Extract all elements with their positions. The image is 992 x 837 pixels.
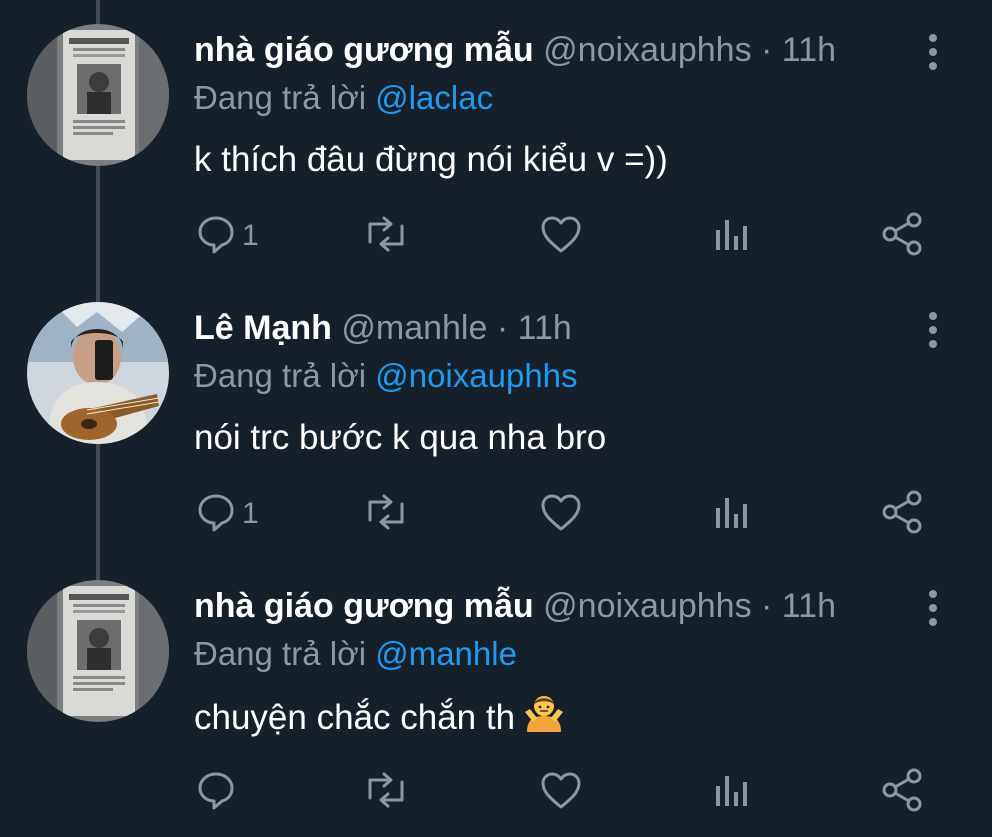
replying-to: Đang trả lời @noixauphhs [194,354,578,398]
retweet-button[interactable] [362,490,410,538]
display-name[interactable]: Lê Mạnh [194,309,332,347]
reply-button[interactable]: 1 [194,212,259,260]
analytics-button[interactable] [712,490,752,538]
avatar[interactable] [27,302,169,444]
replying-to: Đang trả lời @laclac [194,76,493,120]
avatar[interactable] [27,24,169,166]
tweet-text: k thích đâu đừng nói kiểu v =)) [194,140,668,179]
analytics-icon [712,768,752,817]
share-button[interactable] [880,212,924,260]
display-name[interactable]: nhà giáo gương mẫu [194,587,534,625]
tweet-actions: 1 [194,212,934,260]
tweet-text: chuyện chắc chắn th [194,692,565,747]
tweet-1[interactable]: nhà giáo gương mẫu @noixauphhs · 11h Đan… [0,0,992,278]
replying-to-prefix: Đang trả lời [194,79,376,116]
tweet-actions [194,768,934,816]
reply-count: 1 [242,219,259,252]
tweet-text: nói trc bước k qua nha bro [194,418,607,457]
timestamp: · 11h [751,587,836,625]
tweet-3[interactable]: nhà giáo gương mẫu @noixauphhs · 11h Đan… [0,556,992,834]
share-icon [880,212,924,261]
reply-count: 1 [242,497,259,530]
tweet-header: Lê Mạnh @manhle · 11h [194,306,572,350]
like-icon [538,490,584,539]
like-button[interactable] [538,768,584,816]
tweet-text-content: chuyện chắc chắn th [194,697,516,737]
like-icon [538,212,584,261]
retweet-icon [362,490,410,539]
reply-icon [194,768,238,817]
retweet-icon [362,212,410,261]
share-button[interactable] [880,490,924,538]
more-icon[interactable] [918,588,948,628]
replying-to-prefix: Đang trả lời [194,357,376,394]
analytics-icon [712,490,752,539]
reply-icon [194,212,238,261]
like-button[interactable] [538,490,584,538]
share-icon [880,490,924,539]
retweet-icon [362,768,410,817]
retweet-button[interactable] [362,212,410,260]
replying-to: Đang trả lời @manhle [194,632,517,676]
reply-button[interactable] [194,768,242,816]
timestamp: · 11h [751,31,836,69]
tweet-2[interactable]: Lê Mạnh @manhle · 11h Đang trả lời @noix… [0,278,992,556]
user-handle[interactable]: @noixauphhs [543,587,751,625]
replying-to-prefix: Đang trả lời [194,635,376,672]
more-icon[interactable] [918,32,948,72]
person-shrugging-emoji [523,692,565,747]
reply-icon [194,490,238,539]
mention-link[interactable]: @laclac [375,79,493,116]
analytics-button[interactable] [712,212,752,260]
reply-button[interactable]: 1 [194,490,259,538]
analytics-icon [712,212,752,261]
timestamp: · 11h [487,309,572,347]
share-icon [880,768,924,817]
like-icon [538,768,584,817]
more-icon[interactable] [918,310,948,350]
retweet-button[interactable] [362,768,410,816]
like-button[interactable] [538,212,584,260]
avatar[interactable] [27,580,169,722]
tweet-header: nhà giáo gương mẫu @noixauphhs · 11h [194,28,836,72]
mention-link[interactable]: @manhle [375,635,517,672]
tweet-header: nhà giáo gương mẫu @noixauphhs · 11h [194,584,836,628]
mention-link[interactable]: @noixauphhs [375,357,577,394]
share-button[interactable] [880,768,924,816]
analytics-button[interactable] [712,768,752,816]
tweet-actions: 1 [194,490,934,538]
user-handle[interactable]: @noixauphhs [543,31,751,69]
user-handle[interactable]: @manhle [341,309,487,347]
display-name[interactable]: nhà giáo gương mẫu [194,31,534,69]
